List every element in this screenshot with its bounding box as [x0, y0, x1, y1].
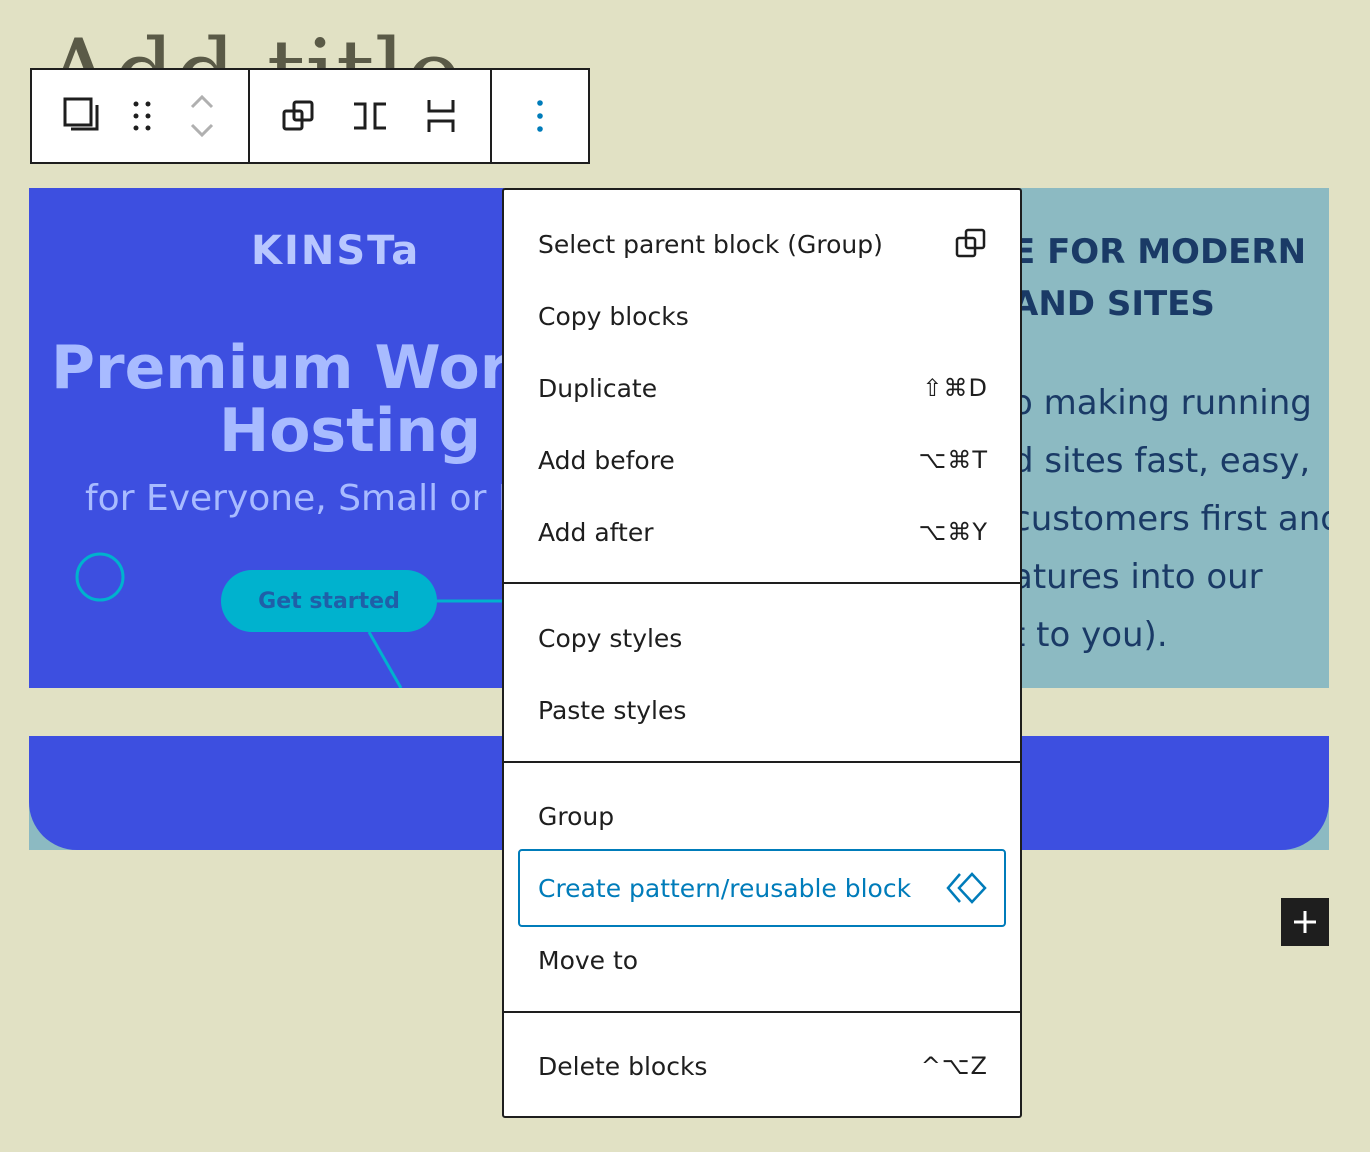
menu-item-label: Copy styles — [538, 623, 683, 653]
panel-body-text: o making running d sites fast, easy, cus… — [1020, 383, 1329, 655]
menu-item-label: Copy blocks — [538, 301, 689, 331]
menu-divider — [504, 761, 1020, 763]
shortcut-hint: ⌥⌘T — [918, 446, 988, 474]
menu-item-delete-blocks[interactable]: Delete blocks ^⌥Z — [518, 1030, 1006, 1102]
toolbar-group-options — [492, 70, 588, 162]
stack-button[interactable] — [411, 86, 471, 146]
menu-divider — [504, 582, 1020, 584]
toolbar-group-transform — [250, 70, 492, 162]
menu-item-label: Create pattern/reusable block — [538, 873, 912, 903]
text-panel: E FOR MODERN AND SITES o making running … — [1020, 188, 1329, 688]
block-toolbar — [30, 68, 590, 164]
menu-item-label: Duplicate — [538, 373, 658, 403]
options-button[interactable] — [510, 86, 570, 146]
drag-handle-icon — [133, 101, 151, 131]
stack-icon — [427, 100, 455, 132]
select-parent-button[interactable] — [52, 86, 112, 146]
menu-item-duplicate[interactable]: Duplicate ⇧⌘D — [518, 352, 1006, 424]
row-button[interactable] — [340, 86, 400, 146]
move-up-icon[interactable] — [188, 93, 216, 111]
menu-item-add-after[interactable]: Add after ⌥⌘Y — [518, 496, 1006, 568]
group-button[interactable] — [269, 86, 329, 146]
menu-item-label: Delete blocks — [538, 1051, 708, 1081]
menu-item-label: Add before — [538, 445, 675, 475]
kinsta-banner-image: KINSTa Premium WordPress Hosting for Eve… — [29, 188, 504, 688]
menu-divider — [504, 1011, 1020, 1013]
menu-item-copy-styles[interactable]: Copy styles — [518, 602, 1006, 674]
menu-item-paste-styles[interactable]: Paste styles — [518, 674, 1006, 746]
shortcut-hint: ⇧⌘D — [922, 374, 988, 402]
menu-item-label: Move to — [538, 945, 639, 975]
more-vertical-icon — [537, 100, 543, 132]
add-block-button[interactable] — [1281, 898, 1329, 946]
mover-controls — [172, 86, 232, 146]
parent-block-icon — [63, 97, 99, 131]
panel-heading: E FOR MODERN AND SITES — [1020, 232, 1307, 324]
group-icon — [282, 100, 314, 131]
row-icon — [353, 102, 386, 130]
pattern-icon — [946, 872, 987, 904]
menu-item-label: Paste styles — [538, 695, 687, 725]
menu-item-copy-blocks[interactable]: Copy blocks — [518, 280, 1006, 352]
menu-item-select-parent[interactable]: Select parent block (Group) — [518, 208, 1006, 280]
menu-item-create-pattern[interactable]: Create pattern/reusable block — [518, 849, 1006, 927]
menu-item-group[interactable]: Group — [518, 780, 1006, 852]
drag-handle[interactable] — [112, 86, 172, 146]
shortcut-hint: ⌥⌘Y — [918, 518, 988, 546]
move-down-icon[interactable] — [188, 121, 216, 139]
post-title-placeholder[interactable]: Add title — [44, 0, 504, 74]
menu-item-label: Group — [538, 801, 615, 831]
menu-item-label: Select parent block (Group) — [538, 229, 883, 259]
toolbar-group-navigation — [32, 70, 250, 162]
shortcut-hint: ^⌥Z — [920, 1052, 988, 1080]
parent-block-icon — [955, 228, 986, 258]
menu-item-add-before[interactable]: Add before ⌥⌘T — [518, 424, 1006, 496]
block-options-menu: Select parent block (Group) Copy blocks … — [502, 188, 1022, 1118]
plus-icon — [1294, 911, 1316, 933]
menu-item-label: Add after — [538, 517, 654, 547]
get-started-button: Get started — [221, 570, 437, 632]
menu-item-move-to[interactable]: Move to — [518, 924, 1006, 996]
